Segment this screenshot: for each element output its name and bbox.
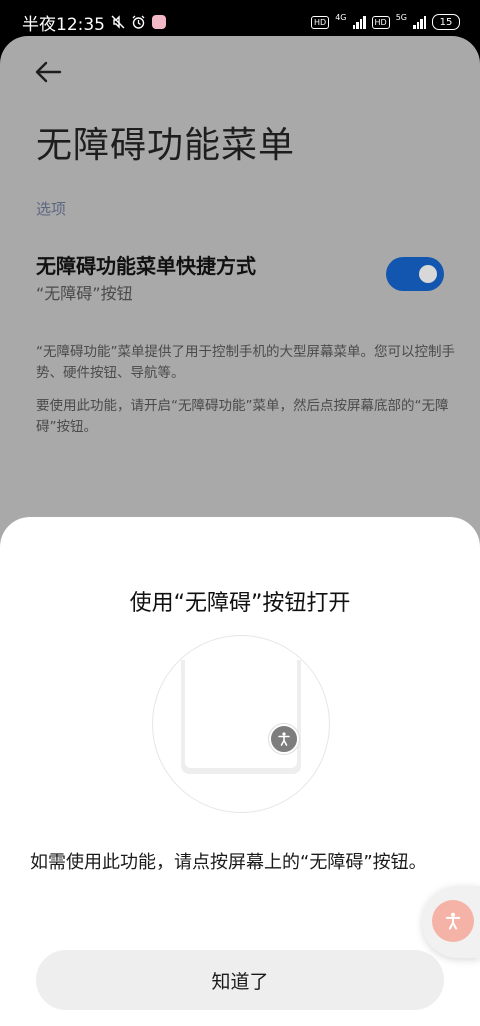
network-type-2: 5G [395,12,407,22]
illustration [152,635,330,813]
accessibility-icon-float [432,900,474,942]
hd-badge-2: HD [371,15,390,29]
accessibility-icon [269,724,299,754]
mute-icon [111,15,125,29]
status-left: 半夜12:35 [22,10,166,35]
description-text-1: “无障碍功能”菜单提供了用于控制手机的大型屏幕菜单。您可以控制手势、硬件按钮、导… [36,344,455,381]
status-time: 半夜12:35 [22,14,105,35]
sheet-title: 使用“无障碍”按钮打开 [129,591,351,616]
network-type-1: 4G [335,12,347,22]
description-text-2: 要使用此功能，请开启“无障碍功能”菜单，然后点按屏幕底部的“无障碍”按钮。 [36,398,449,435]
status-right: HD 4G HD 5G 15 [311,12,460,30]
section-label: 选项 [36,200,67,218]
app-notification-icon [152,15,166,29]
bottom-sheet: 使用“无障碍”按钮打开 如需使用此功能，请点按屏幕上的“无障碍”按钮。 知道了 [0,517,480,1026]
page-title: 无障碍功能菜单 [36,125,296,166]
battery-icon: 15 [432,14,460,30]
shortcut-title: 无障碍功能菜单快捷方式 [36,254,256,278]
got-it-button[interactable]: 知道了 [36,950,444,1010]
hd-badge: HD [311,15,330,29]
phone-illustration [181,660,301,774]
toggle-knob [419,265,437,283]
sheet-body-text: 如需使用此功能，请点按屏幕上的“无障碍”按钮。 [30,852,427,873]
alarm-icon [131,15,146,30]
back-arrow-icon [35,61,62,83]
shortcut-toggle[interactable] [386,257,444,291]
shortcut-subtitle: “无障碍”按钮 [36,284,133,303]
signal-icon-2 [413,15,426,29]
signal-icon [352,15,366,29]
back-button[interactable] [30,58,66,86]
